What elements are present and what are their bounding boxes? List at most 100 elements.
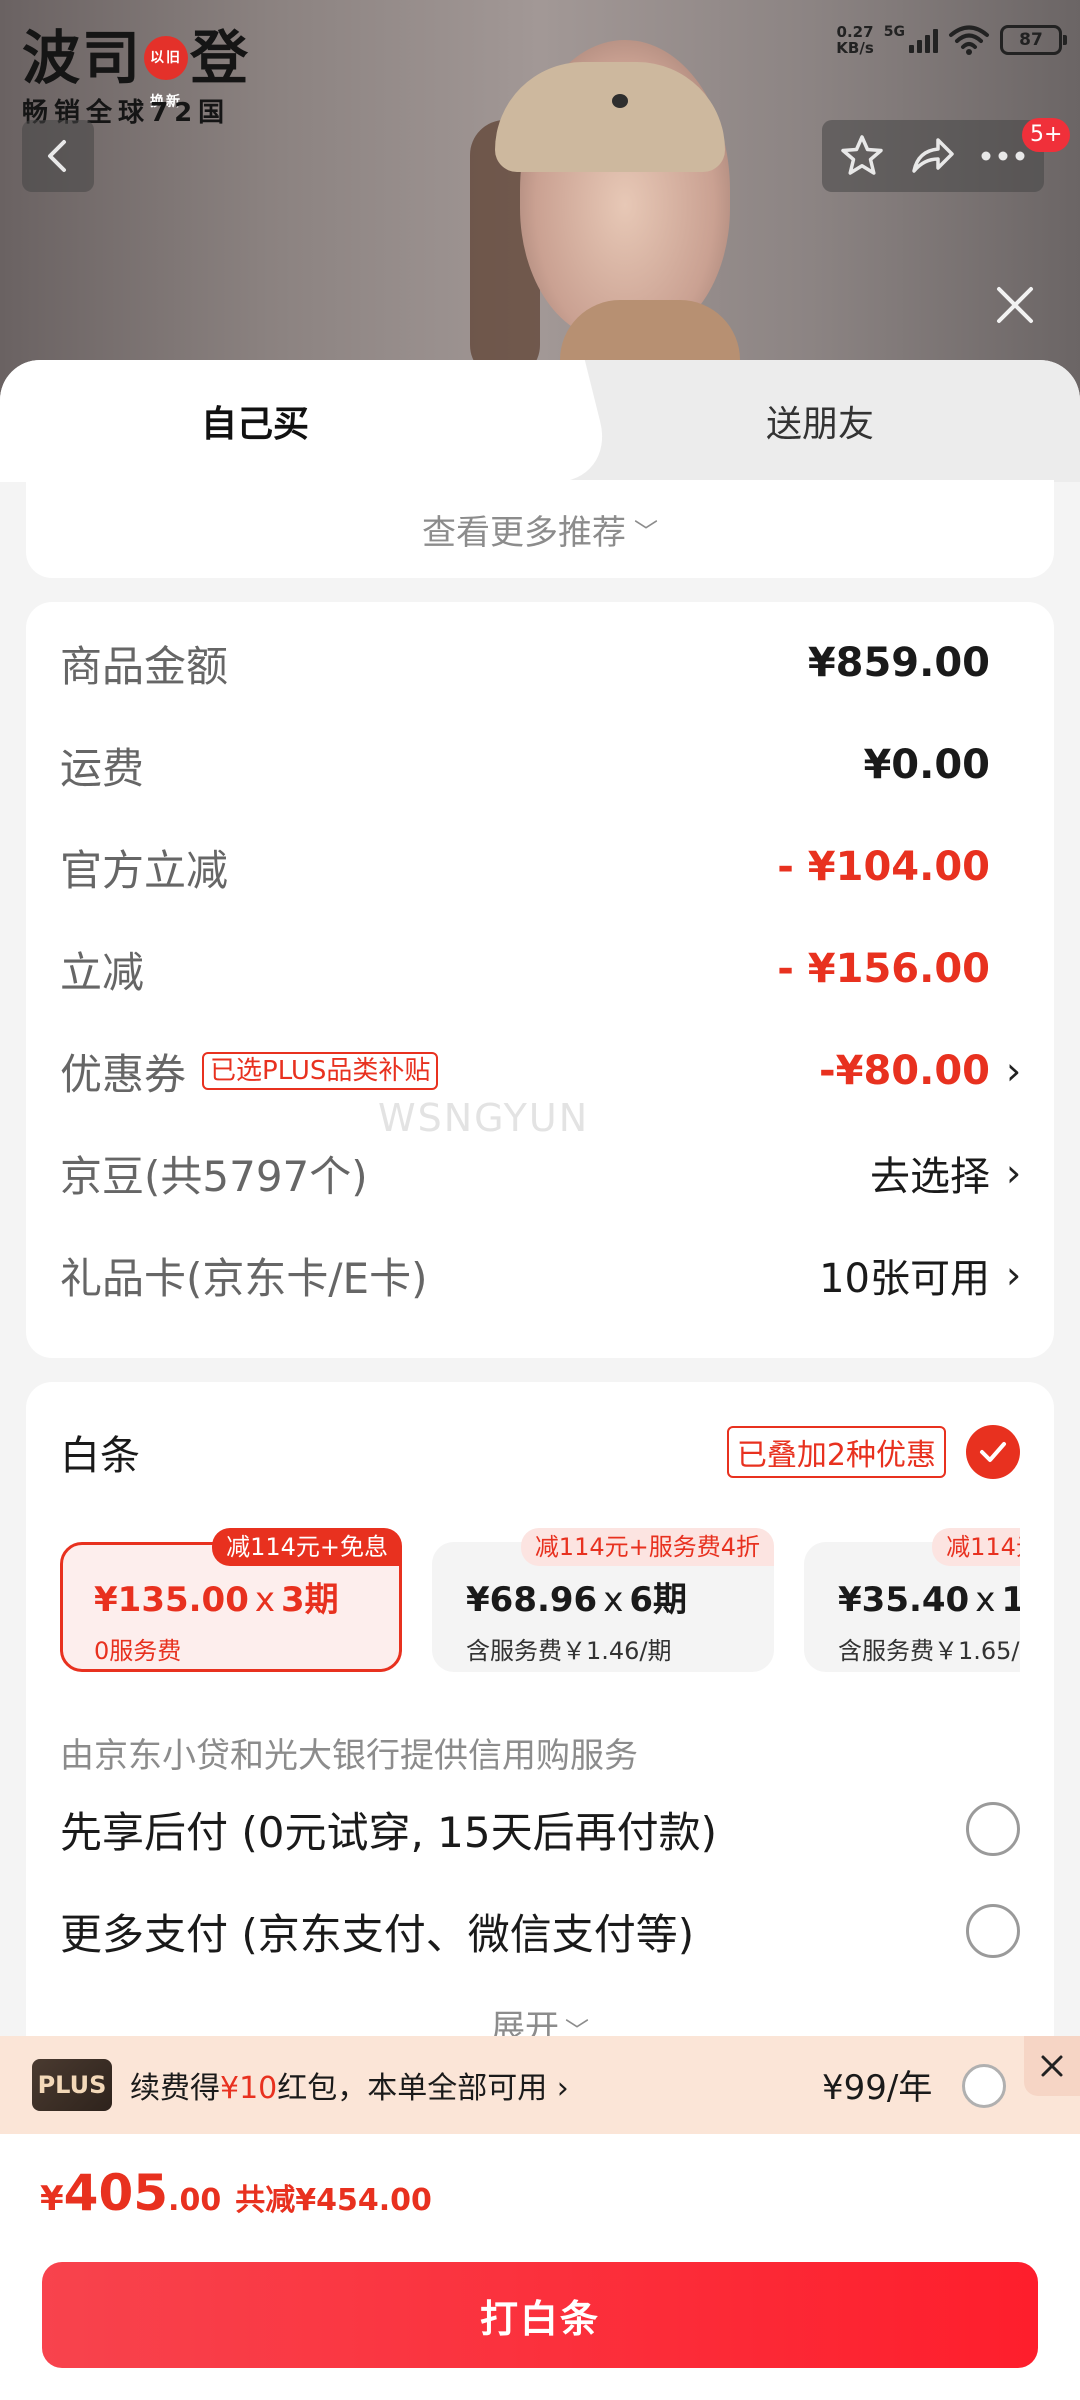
tab-buy-self[interactable]: 自己买 [0,360,540,482]
baitiao-header[interactable]: 白条 已叠加2种优惠 [60,1382,1020,1522]
goods-amount: ¥859.00 [807,640,990,686]
plan-multiply: x [603,1580,624,1620]
gift-card-available: 10张可用 [819,1256,990,1302]
plan-term: 12期 [1001,1580,1020,1620]
plus-badge: PLUS [32,2059,112,2111]
close-icon [1041,2055,1063,2077]
network-type: 5G [883,24,905,40]
network-speed-value: 0.27 [836,23,874,41]
baitiao-title: 白条 [60,1433,140,1479]
plus-text-before: 续费得 [130,2071,220,2106]
pay-option-more[interactable]: 更多支付 (京东支付、微信支付等) [60,1880,1020,1982]
price-row-shipping: 运费 ¥0.00 [60,714,1020,816]
total-savings: 共减¥454.00 [235,2183,432,2218]
installment-plan-12[interactable]: 减114元+服务费 ¥35.40x 12期 含服务费￥1.65/期 [804,1528,1020,1672]
price-breakdown-card: 商品金额 ¥859.00 运费 ¥0.00 官方立减 - ¥104.00 立减 … [26,602,1054,1358]
installment-plan-3[interactable]: 减114元+免息 ¥135.00 x 3期 0服务费 [60,1528,402,1672]
installment-plan-6[interactable]: 减114元+服务费4折 ¥68.96 x 6期 含服务费￥1.46/期 [432,1528,774,1672]
plus-renew-radio[interactable] [962,2064,1006,2108]
price-row-value: 去选择 › [870,1144,1022,1202]
total-decimal: .00 [168,2183,222,2218]
total-currency: ¥ [40,2179,64,2219]
back-button[interactable] [22,120,94,192]
price-row-value: 10张可用 › [819,1246,1022,1304]
pay-option-label: 更多支付 (京东支付、微信支付等) [60,1909,695,1959]
network-speed: 0.27 KB/s [836,24,873,56]
plan-amount: ¥68.96 [466,1580,598,1620]
total-integer: 405 [63,2164,169,2222]
brand-logo: 波司 以旧换新登 畅销全球72国 [22,26,250,129]
more-recommendations-link[interactable]: 查看更多推荐 ﹀ [26,480,1054,578]
price-row-label: 优惠券 已选PLUS品类补贴 [60,1041,439,1102]
chevron-left-icon [48,140,66,172]
plan-fee: 含服务费￥1.65/期 [838,1637,1020,1665]
chevron-right-icon: › [1006,1253,1022,1297]
checkout-footer: ¥ 405 .00 共减¥454.00 打白条 [0,2134,1080,2400]
more-recommendations-label: 查看更多推荐 [422,512,626,553]
chevron-right-icon: › [1006,1049,1022,1093]
cap-logo [612,94,628,108]
more-icon[interactable] [979,149,1027,163]
plan-multiply: x [975,1580,996,1620]
price-row-label: 官方立减 [60,845,229,895]
credit-provider-note: 由京东小贷和光大银行提供信用购服务 [60,1736,638,1776]
price-row-official-discount: 官方立减 - ¥104.00 [60,816,1020,918]
check-icon [980,1442,1006,1462]
purchase-tabs: 送朋友 自己买 [0,360,1080,482]
plan-amount-line: ¥68.96 x 6期 [466,1572,774,1621]
tab-gift-friend[interactable]: 送朋友 [560,360,1080,482]
plan-multiply: x [254,1580,275,1620]
price-row-instant-discount: 立减 - ¥156.00 [60,918,1020,1020]
coupon-selected-tag: 已选PLUS品类补贴 [202,1052,439,1090]
pay-option-radio[interactable] [966,1802,1020,1856]
price-row-value: ¥0.00 [863,742,1020,788]
plan-fee: 0服务费 [94,1637,182,1665]
official-discount-amount: - ¥104.00 [777,844,990,890]
nav-actions [822,120,1044,192]
brand-name: 波司 以旧换新登 [22,24,251,110]
brand-name-text: 波司 [22,24,143,92]
status-bar: 0.27 KB/s 5G 87 [836,24,1067,56]
pay-option-radio[interactable] [966,1904,1020,1958]
plan-fee: 含服务费￥1.46/期 [466,1637,672,1665]
price-row-value: ¥859.00 [808,640,1020,686]
brand-name-text-end: 登 [190,24,251,92]
instant-discount-amount: - ¥156.00 [777,946,990,992]
price-row-value: - ¥156.00 [777,946,1020,992]
pay-with-baitiao-button[interactable]: 打白条 [42,2262,1038,2368]
price-row-label: 商品金额 [60,641,229,691]
plus-red-packet: ¥10 [220,2071,278,2106]
plan-amount: ¥135.00 [94,1580,249,1620]
coupon-amount: -¥80.00 [819,1048,990,1094]
close-sheet-button[interactable] [990,280,1040,330]
shipping-amount: ¥0.00 [863,742,990,788]
star-icon[interactable] [839,133,885,179]
installment-plans: 减114元+免息 ¥135.00 x 3期 0服务费 减114元+服务费4折 ¥68… [60,1522,1020,1722]
chevron-right-icon: › [1006,1151,1022,1195]
tab-buy-self-label: 自己买 [200,404,309,445]
signal-icon [909,27,938,53]
pay-option-label: 先享后付 (0元试穿, 15天后再付款) [60,1807,717,1857]
share-icon[interactable] [908,133,956,179]
plus-price: ¥99/年 [822,2068,933,2108]
plan-term: 6期 [629,1580,687,1620]
plan-amount-line: ¥35.40x 12期 [838,1572,1020,1621]
plus-banner-close[interactable] [1024,2036,1080,2096]
plus-renewal-banner[interactable]: PLUS 续费得¥10红包，本单全部可用 › ¥99/年 [0,2036,1080,2134]
plan-amount: ¥35.40 [838,1580,970,1620]
installment-plans-scroller[interactable]: 减114元+免息 ¥135.00 x 3期 0服务费 减114元+服务费4折 ¥68… [60,1522,1020,1722]
pay-option-try-first[interactable]: 先享后付 (0元试穿, 15天后再付款) [60,1778,1020,1880]
price-row-label: 京豆(共5797个) [60,1151,368,1201]
plus-promo-text: 续费得¥10红包，本单全部可用 › [130,2063,569,2107]
price-row-gift-card[interactable]: 礼品卡(京东卡/E卡) 10张可用 › [60,1224,1022,1326]
brand-badge: 以旧换新 [144,36,189,110]
message-count-badge: 5+ [1022,118,1071,152]
chevron-down-icon: ﹀ [634,517,658,546]
network-speed-unit: KB/s [836,39,874,57]
price-row-label: 运费 [60,743,145,793]
price-row-label: 立减 [60,947,145,997]
baitiao-selected-checkbox[interactable] [966,1425,1020,1479]
price-row-label: 礼品卡(京东卡/E卡) [60,1253,428,1303]
plus-text-after: 红包，本单全部可用 [277,2071,548,2106]
plan-promo-tag: 减114元+免息 [212,1528,402,1566]
